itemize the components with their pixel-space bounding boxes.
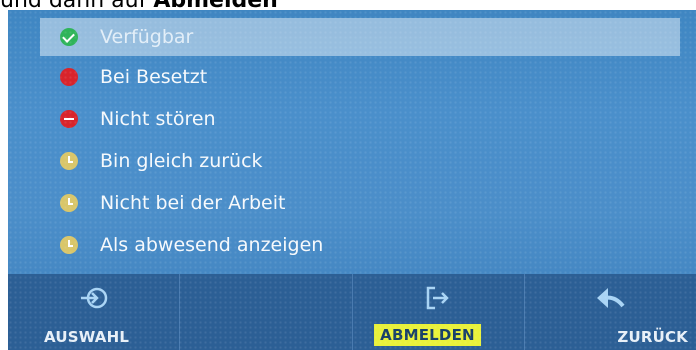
menu-item-label: Verfügbar [100,26,194,48]
menu-item-label: Bin gleich zurück [100,150,263,172]
select-label: AUSWAHL [44,328,130,346]
menu-item-label: Als abwesend anzeigen [100,234,324,256]
phone-screen: Verfügbar Bei Besetzt Nicht stören Bin g… [8,10,696,350]
do-not-disturb-icon [60,110,78,128]
menu-item-away[interactable]: Als abwesend anzeigen [40,226,680,264]
clock-icon [60,152,78,170]
menu-item-busy[interactable]: Bei Besetzt [40,58,680,96]
menu-item-available[interactable]: Verfügbar [40,18,680,56]
back-softkey[interactable]: ZURÜCK [525,274,696,350]
back-arrow-icon [597,288,625,308]
busy-dot-icon [60,68,78,86]
logout-label: ABMELDEN [374,324,481,346]
logout-icon [426,286,449,310]
logout-softkey[interactable]: ABMELDEN [353,274,525,350]
clock-icon [60,194,78,212]
clock-icon [60,236,78,254]
available-check-icon [60,28,78,46]
softkey-bar: AUSWAHL ABMELDEN ZURÜCK [8,274,696,350]
menu-item-label: Nicht bei der Arbeit [100,192,286,214]
menu-item-off-work[interactable]: Nicht bei der Arbeit [40,184,680,222]
select-softkey[interactable]: AUSWAHL [8,274,181,350]
menu-item-brb[interactable]: Bin gleich zurück [40,142,680,180]
menu-item-label: Nicht stören [100,108,216,130]
select-arrow-icon [80,287,107,309]
menu-item-dnd[interactable]: Nicht stören [40,100,680,138]
back-label: ZURÜCK [617,328,688,346]
empty-softkey[interactable] [180,274,353,350]
menu-item-label: Bei Besetzt [100,66,208,88]
